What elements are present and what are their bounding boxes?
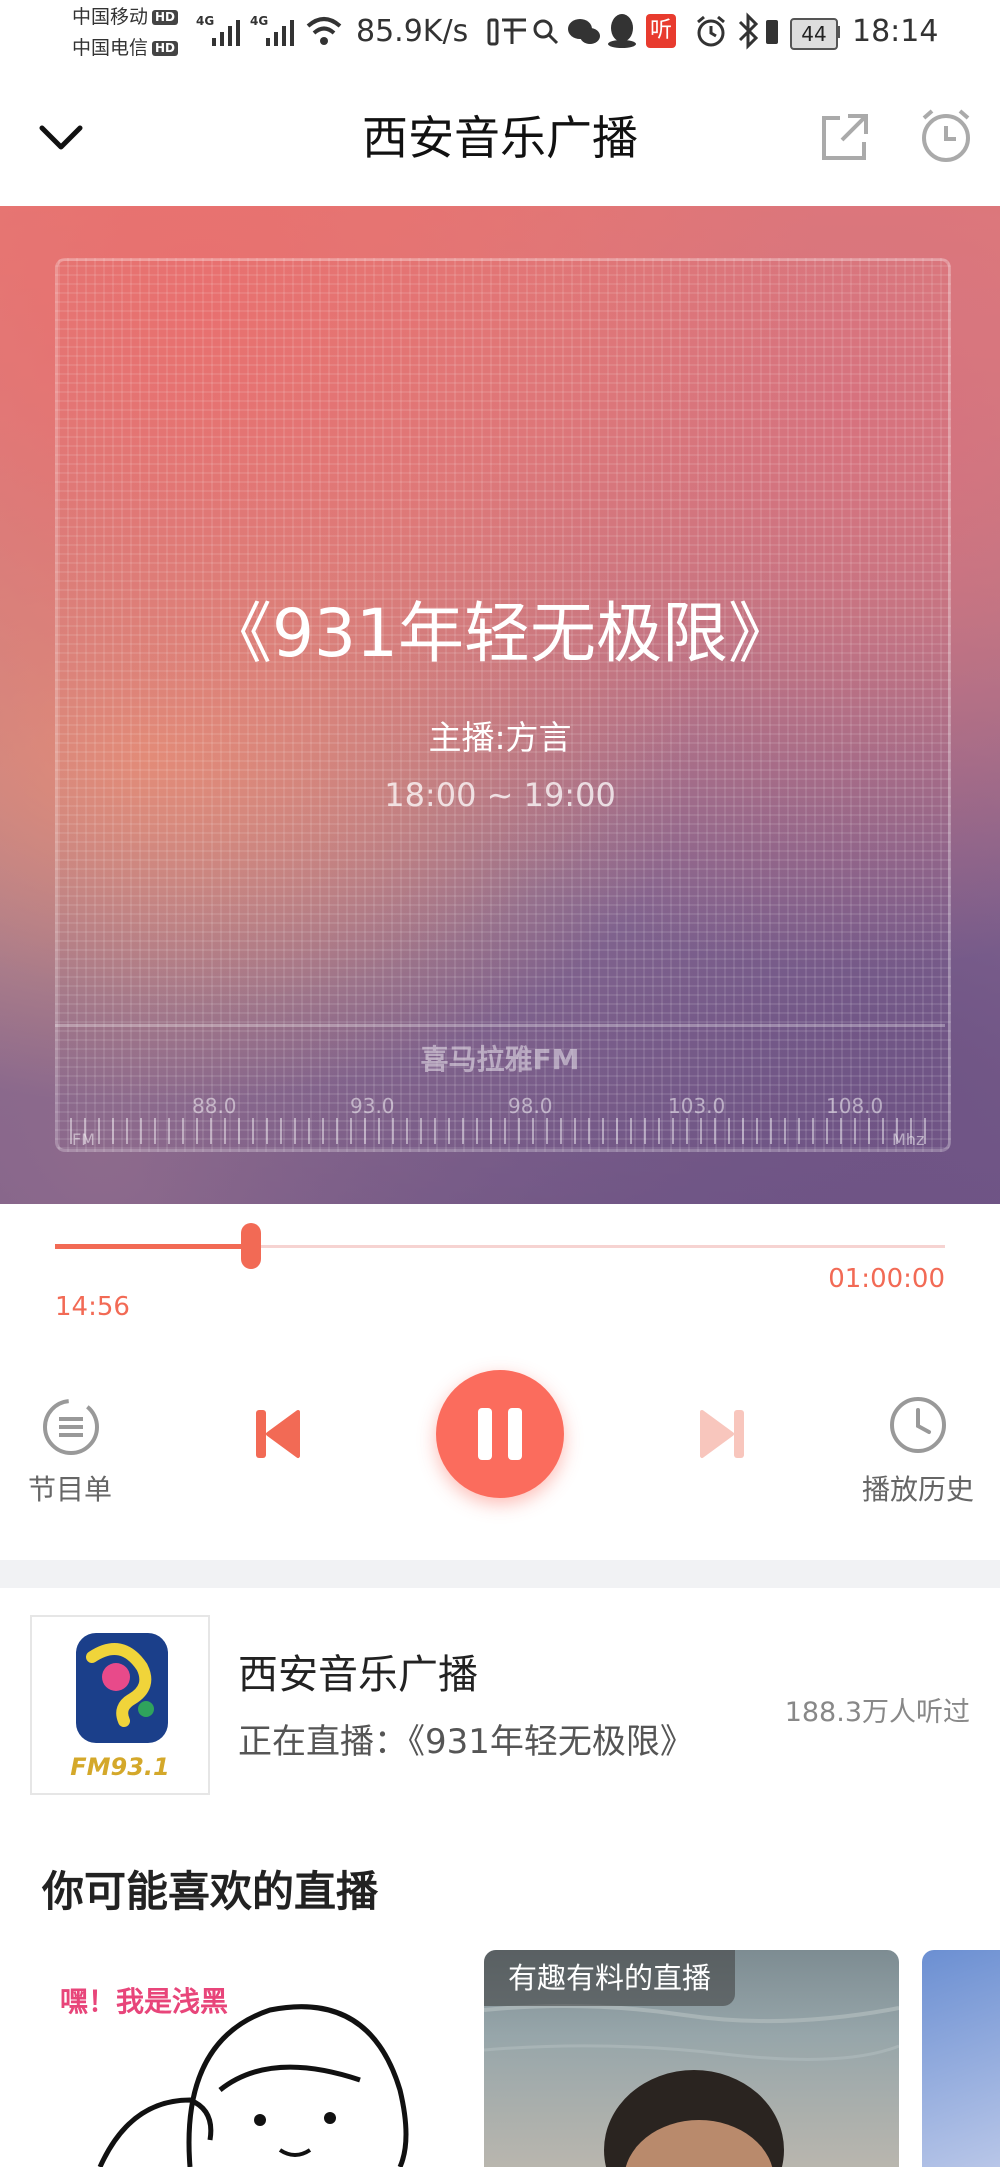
dial-ticks	[70, 1118, 930, 1144]
history-label: 播放历史	[861, 1473, 974, 1506]
playlist-label: 节目单	[27, 1473, 112, 1506]
program-artwork: 喜马拉雅FM 88.0 93.0 98.0 103.0 108.0 FM Mhz…	[0, 206, 1000, 1204]
carrier-secondary: 中国电信 HD	[72, 36, 179, 60]
section-title: 你可能喜欢的直播	[42, 1867, 379, 1916]
program-host: 主播:方言	[428, 718, 572, 757]
pause-icon	[508, 1408, 522, 1460]
dial-freq: 98.0	[508, 1094, 553, 1118]
carrier-primary: 中国移动 HD	[72, 5, 179, 29]
program-title: 《931年轻无极限》	[206, 595, 794, 672]
signal-icon	[266, 20, 294, 46]
cartoon-girl-illustration	[97, 2004, 409, 2167]
progress-thumb[interactable]	[241, 1223, 261, 1269]
dial-fm-label: FM	[72, 1130, 96, 1149]
playlist-icon	[43, 1399, 99, 1455]
dial-freq: 88.0	[192, 1094, 237, 1118]
battery-indicator: 44	[790, 18, 838, 50]
search-icon	[533, 19, 559, 45]
dial-brand: 喜马拉雅FM	[420, 1043, 580, 1076]
listen-app-icon: 听	[646, 14, 676, 48]
history-button[interactable]: 播放历史	[852, 1388, 984, 1508]
qq-icon	[608, 14, 636, 48]
alarm-clock-icon[interactable]	[916, 106, 976, 166]
battery-tip	[836, 26, 840, 38]
history-clock-icon	[890, 1397, 946, 1453]
carrier-name-1: 中国移动	[72, 6, 149, 28]
signal-icon	[212, 20, 240, 46]
progress-played	[55, 1244, 251, 1249]
next-icon[interactable]	[700, 1408, 746, 1460]
tingting-icon	[487, 18, 526, 46]
station-logo[interactable]: FM93.1	[30, 1615, 210, 1795]
alarm-icon	[697, 15, 725, 47]
section-divider	[0, 1560, 1000, 1588]
hd-badge: HD	[152, 10, 179, 25]
station-name[interactable]: 西安音乐广播	[238, 1642, 478, 1700]
live-card[interactable]: 嘿！我是浅黑	[40, 1950, 440, 2167]
share-icon[interactable]	[818, 110, 872, 164]
program-schedule: 18:00 ~ 19:00	[384, 776, 616, 814]
wechat-icon	[568, 19, 600, 44]
playlist-button[interactable]: 节目单	[20, 1388, 120, 1508]
live-card[interactable]	[922, 1950, 1000, 2167]
previous-icon[interactable]	[254, 1408, 300, 1460]
radio-grille	[55, 258, 951, 1152]
phone-vibrate-icon	[766, 20, 778, 44]
card-tag: 有趣有料的直播	[484, 1950, 736, 2006]
station-logo-text: FM93.1	[70, 1753, 170, 1781]
clock: 18:14	[852, 14, 939, 49]
wifi-icon	[306, 17, 342, 45]
pause-icon	[478, 1408, 492, 1460]
listen-count: 188.3万人听过	[784, 1697, 970, 1728]
pause-button[interactable]	[436, 1370, 564, 1498]
dial-unit-label: Mhz	[892, 1130, 925, 1149]
total-time: 01:00:00	[828, 1264, 945, 1294]
station-now-playing: 正在直播：《931年轻无极限》	[238, 1722, 694, 1762]
dial-freq: 103.0	[668, 1094, 726, 1118]
dial-freq: 108.0	[826, 1094, 884, 1118]
status-bar: 中国移动 HD 中国电信 HD 4G 4G 85.9K/s 听 44 18:14	[0, 0, 1000, 70]
carrier-name-2: 中国电信	[72, 37, 149, 59]
bluetooth-icon	[738, 12, 759, 50]
hd-badge: HD	[152, 41, 179, 56]
elapsed-time: 14:56	[55, 1292, 130, 1322]
dial-freq: 93.0	[350, 1094, 395, 1118]
network-speed: 85.9K/s	[356, 14, 469, 49]
